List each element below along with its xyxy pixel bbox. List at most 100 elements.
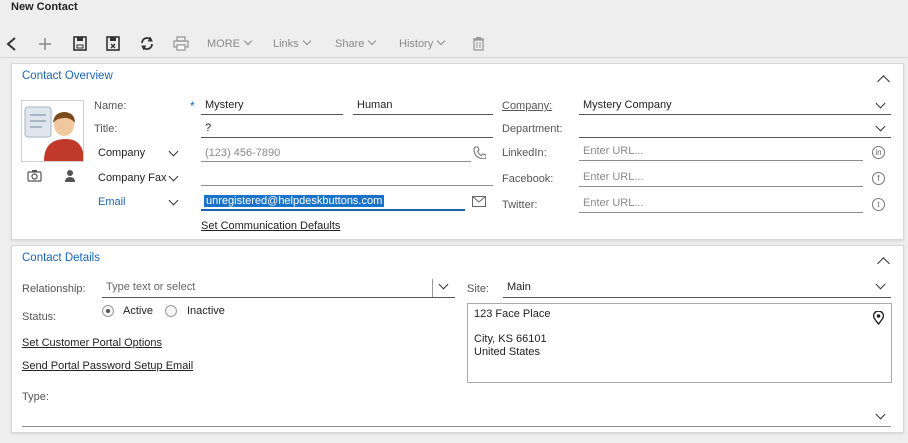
email-type-value: Email	[98, 196, 126, 208]
address-box[interactable]: 123 Face Place City, KS 66101 United Sta…	[467, 303, 892, 383]
collapse-icon[interactable]	[877, 75, 890, 88]
site-label: Site:	[467, 283, 490, 295]
save-icon[interactable]	[73, 36, 87, 51]
company-select[interactable]: Mystery Company	[579, 98, 891, 115]
share-menu[interactable]: Share	[335, 36, 377, 50]
section-title: Contact Overview	[22, 70, 113, 82]
title-bar: New Contact	[0, 0, 908, 30]
chevron-down-icon	[243, 36, 253, 46]
last-name-field[interactable]: Human	[353, 99, 493, 115]
links-menu[interactable]: Links	[273, 36, 311, 50]
more-menu[interactable]: MORE	[207, 36, 253, 50]
chevron-down-icon	[438, 279, 449, 290]
section-title: Contact Details	[22, 252, 100, 264]
chevron-down-icon	[168, 195, 179, 206]
contact-overview-panel: Contact Overview Name: * Mystery Human T…	[11, 63, 904, 240]
fax-field[interactable]	[201, 170, 493, 186]
chevron-down-icon	[875, 409, 886, 420]
linkedin-placeholder: Enter URL...	[583, 145, 644, 157]
save-close-icon[interactable]	[106, 36, 121, 51]
title-label: Title:	[94, 123, 118, 135]
toolbar: MORE Links Share History	[0, 30, 908, 58]
name-label: Name:	[94, 100, 127, 112]
plus-icon[interactable]	[38, 37, 52, 51]
relationship-select[interactable]: Type text or select	[102, 279, 455, 298]
status-active-radio[interactable]	[102, 305, 114, 317]
facebook-label: Facebook:	[502, 173, 554, 185]
phone-placeholder: (123) 456-7890	[205, 147, 281, 159]
map-pin-icon[interactable]	[873, 311, 884, 325]
contact-avatar-icon	[24, 106, 84, 161]
title-value: ?	[205, 122, 212, 134]
send-portal-email-link[interactable]: Send Portal Password Setup Email	[22, 360, 193, 372]
title-field[interactable]: ?	[201, 122, 493, 138]
twitter-field[interactable]: Enter URL...	[579, 197, 863, 213]
email-value: unregistered@helpdeskbuttons.com	[204, 195, 385, 207]
chevron-down-icon	[875, 98, 886, 109]
chevron-down-icon	[302, 36, 311, 46]
status-label: Status:	[22, 311, 57, 323]
relationship-placeholder: Type text or select	[106, 281, 196, 293]
type-select[interactable]	[22, 409, 891, 427]
history-menu[interactable]: History	[399, 36, 446, 50]
chevron-down-icon	[368, 36, 377, 46]
linkedin-icon[interactable]: in	[872, 146, 885, 159]
avatar[interactable]	[21, 100, 84, 162]
first-name-value: Mystery	[205, 99, 244, 111]
set-portal-options-link[interactable]: Set Customer Portal Options	[22, 337, 162, 349]
type-label: Type:	[22, 391, 49, 403]
chevron-down-icon	[168, 171, 179, 182]
facebook-icon[interactable]: f	[872, 172, 885, 185]
status-active-label: Active	[123, 305, 153, 317]
person-icon[interactable]	[64, 169, 76, 182]
history-label: History	[399, 38, 434, 50]
set-communication-defaults-link[interactable]: Set Communication Defaults	[201, 220, 340, 232]
phone-icon[interactable]	[473, 146, 486, 159]
chevron-down-icon	[436, 36, 446, 46]
chevron-down-icon	[875, 121, 886, 132]
phone-type-value: Company	[98, 147, 146, 159]
site-select[interactable]: Main	[503, 279, 891, 298]
camera-icon[interactable]	[27, 169, 42, 182]
last-name-value: Human	[357, 99, 393, 111]
address-line3: United States	[474, 346, 541, 358]
envelope-icon[interactable]	[472, 196, 486, 207]
back-arrow-icon[interactable]	[6, 37, 18, 51]
phone-type-select[interactable]: Company	[94, 146, 184, 162]
select-divider	[432, 279, 433, 297]
status-inactive-label: Inactive	[187, 305, 225, 317]
facebook-placeholder: Enter URL...	[583, 171, 644, 183]
site-value: Main	[507, 281, 531, 293]
linkedin-label: LinkedIn:	[502, 147, 547, 159]
window-title: New Contact	[11, 1, 78, 13]
linkedin-field[interactable]: Enter URL...	[579, 145, 863, 161]
first-name-field[interactable]: Mystery	[201, 99, 343, 115]
print-icon[interactable]	[173, 36, 189, 51]
twitter-placeholder: Enter URL...	[583, 197, 644, 209]
chevron-down-icon	[168, 146, 179, 157]
facebook-field[interactable]: Enter URL...	[579, 171, 863, 187]
department-select[interactable]	[579, 121, 891, 138]
phone-field[interactable]: (123) 456-7890	[201, 146, 471, 162]
address-line2: City, KS 66101	[474, 333, 547, 345]
contact-details-panel: Contact Details Relationship: Type text …	[11, 245, 904, 433]
more-label: MORE	[207, 38, 240, 50]
email-type-select[interactable]: Email	[94, 195, 184, 211]
chevron-down-icon	[875, 279, 886, 290]
required-marker: *	[190, 99, 195, 113]
twitter-label: Twitter:	[502, 199, 538, 211]
relationship-label: Relationship:	[22, 283, 86, 295]
refresh-icon[interactable]	[139, 36, 155, 51]
trash-icon[interactable]	[472, 36, 485, 51]
fax-type-select[interactable]: Company Fax	[94, 171, 184, 187]
links-label: Links	[273, 38, 299, 50]
status-inactive-radio[interactable]	[165, 305, 177, 317]
share-label: Share	[335, 38, 365, 50]
fax-type-value: Company Fax	[98, 172, 167, 184]
company-label[interactable]: Company:	[502, 100, 552, 112]
email-field[interactable]: unregistered@helpdeskbuttons.com	[201, 194, 465, 211]
twitter-icon[interactable]: t	[872, 198, 885, 211]
department-label: Department:	[502, 123, 563, 135]
collapse-icon[interactable]	[877, 257, 890, 270]
company-value: Mystery Company	[583, 99, 672, 111]
